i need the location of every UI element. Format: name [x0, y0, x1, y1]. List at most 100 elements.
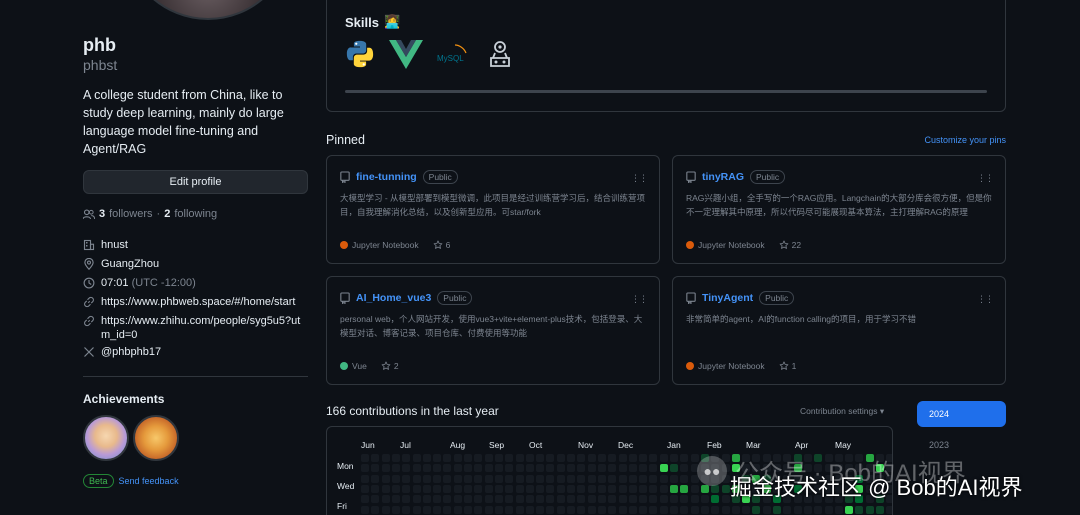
contribution-cell[interactable]	[577, 474, 586, 483]
contribution-cell[interactable]	[670, 505, 678, 514]
contribution-cell[interactable]	[443, 474, 452, 483]
contribution-cell[interactable]	[371, 495, 380, 504]
contribution-cell[interactable]	[546, 464, 555, 473]
customize-pins-link[interactable]: Customize your pins	[924, 135, 1006, 145]
contribution-cell[interactable]	[412, 464, 421, 473]
contribution-cell[interactable]	[587, 474, 596, 483]
contribution-cell[interactable]	[608, 484, 617, 493]
contribution-cell[interactable]	[597, 495, 606, 504]
contribution-cell[interactable]	[536, 505, 545, 514]
contribution-cell[interactable]	[484, 454, 493, 462]
x-handle-link[interactable]: @phbphb17	[101, 345, 161, 359]
contribution-cell[interactable]	[628, 474, 637, 483]
contribution-cell[interactable]	[618, 474, 627, 483]
contribution-cell[interactable]	[361, 484, 369, 493]
contribution-cell[interactable]	[361, 454, 369, 462]
repo-name-link[interactable]: AI_Home_vue3	[356, 292, 431, 304]
contribution-cell[interactable]	[628, 454, 637, 462]
contribution-cell[interactable]	[865, 505, 874, 514]
contribution-cell[interactable]	[494, 464, 503, 473]
contribution-cell[interactable]	[443, 484, 452, 493]
contribution-cell[interactable]	[618, 495, 627, 504]
contribution-cell[interactable]	[464, 495, 472, 504]
contribution-cell[interactable]	[639, 505, 648, 514]
contribution-cell[interactable]	[659, 474, 668, 483]
contribution-cell[interactable]	[505, 484, 514, 493]
contribution-cell[interactable]	[402, 505, 411, 514]
contribution-cell[interactable]	[783, 505, 792, 514]
contribution-cell[interactable]	[422, 495, 431, 504]
contribution-cell[interactable]	[412, 484, 421, 493]
contribution-cell[interactable]	[546, 505, 555, 514]
contribution-settings-dropdown[interactable]: Contribution settings ▾	[800, 406, 884, 417]
contribution-cell[interactable]	[670, 484, 678, 493]
contribution-cell[interactable]	[443, 505, 452, 514]
contribution-cell[interactable]	[577, 484, 586, 493]
contribution-cell[interactable]	[433, 474, 442, 483]
contribution-cell[interactable]	[453, 474, 462, 483]
contribution-cell[interactable]	[639, 454, 648, 462]
contribution-cell[interactable]	[536, 495, 545, 504]
contribution-cell[interactable]	[391, 505, 400, 514]
contribution-cell[interactable]	[762, 505, 771, 514]
contribution-cell[interactable]	[515, 454, 524, 462]
contribution-cell[interactable]	[659, 505, 668, 514]
contribution-cell[interactable]	[391, 454, 400, 462]
contribution-cell[interactable]	[453, 454, 462, 462]
contribution-cell[interactable]	[670, 495, 678, 504]
contribution-cell[interactable]	[464, 454, 472, 462]
contribution-cell[interactable]	[484, 484, 493, 493]
contribution-cell[interactable]	[494, 454, 503, 462]
contribution-cell[interactable]	[814, 505, 823, 514]
contribution-cell[interactable]	[494, 495, 503, 504]
year-button-2023[interactable]: 2023	[929, 440, 949, 450]
contribution-cell[interactable]	[515, 505, 524, 514]
contribution-cell[interactable]	[505, 464, 514, 473]
contribution-cell[interactable]	[381, 454, 390, 462]
contribution-cell[interactable]	[886, 505, 892, 514]
contribution-cell[interactable]	[391, 495, 400, 504]
contribution-cell[interactable]	[546, 495, 555, 504]
contribution-cell[interactable]	[525, 474, 534, 483]
contribution-cell[interactable]	[453, 505, 462, 514]
contribution-cell[interactable]	[567, 505, 575, 514]
contribution-cell[interactable]	[536, 474, 545, 483]
contribution-cell[interactable]	[371, 505, 380, 514]
contribution-cell[interactable]	[587, 464, 596, 473]
contribution-cell[interactable]	[464, 464, 472, 473]
contribution-cell[interactable]	[845, 505, 854, 514]
contribution-cell[interactable]	[361, 464, 369, 473]
contribution-cell[interactable]	[649, 484, 658, 493]
contribution-cell[interactable]	[381, 464, 390, 473]
contribution-cell[interactable]	[505, 474, 514, 483]
contribution-cell[interactable]	[876, 505, 884, 514]
contribution-cell[interactable]	[587, 495, 596, 504]
contribution-cell[interactable]	[824, 505, 833, 514]
contribution-cell[interactable]	[711, 505, 720, 514]
contribution-cell[interactable]	[391, 474, 400, 483]
contribution-cell[interactable]	[597, 454, 606, 462]
contribution-cell[interactable]	[412, 495, 421, 504]
contribution-cell[interactable]	[422, 464, 431, 473]
contribution-cell[interactable]	[556, 505, 565, 514]
contribution-cell[interactable]	[402, 464, 411, 473]
repo-name-link[interactable]: tinyRAG	[702, 171, 744, 183]
contribution-cell[interactable]	[474, 474, 483, 483]
contribution-cell[interactable]	[700, 505, 709, 514]
contribution-cell[interactable]	[803, 505, 812, 514]
contribution-cell[interactable]	[371, 484, 380, 493]
contribution-cell[interactable]	[752, 505, 761, 514]
contribution-cell[interactable]	[721, 505, 730, 514]
contribution-cell[interactable]	[474, 505, 483, 514]
contribution-cell[interactable]	[711, 495, 720, 504]
drag-handle-icon[interactable]: ⋮⋮	[977, 173, 994, 184]
contribution-cell[interactable]	[649, 464, 658, 473]
contribution-cell[interactable]	[494, 484, 503, 493]
contribution-cell[interactable]	[587, 454, 596, 462]
contribution-cell[interactable]	[525, 484, 534, 493]
contribution-cell[interactable]	[700, 495, 709, 504]
contribution-cell[interactable]	[659, 495, 668, 504]
contribution-cell[interactable]	[484, 464, 493, 473]
contribution-cell[interactable]	[536, 484, 545, 493]
contribution-cell[interactable]	[680, 505, 689, 514]
